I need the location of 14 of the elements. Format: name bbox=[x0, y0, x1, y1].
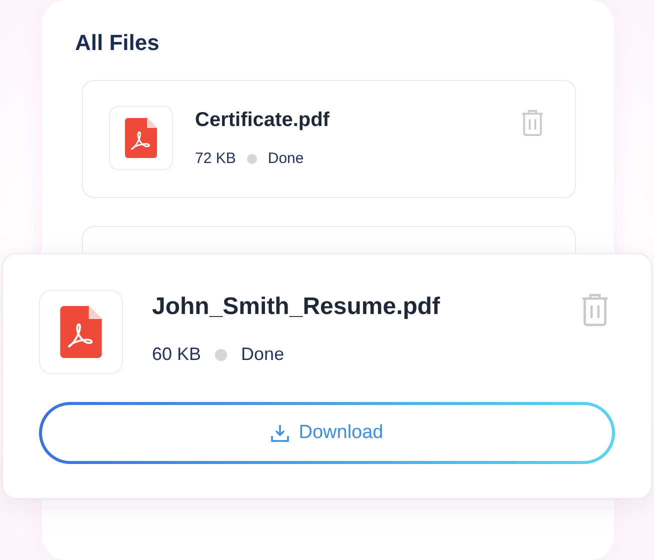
file-status: Done bbox=[241, 344, 284, 365]
trash-icon[interactable] bbox=[521, 110, 544, 136]
trash-icon[interactable] bbox=[581, 294, 609, 326]
pdf-file-icon bbox=[125, 118, 157, 158]
file-name: Certificate.pdf bbox=[195, 109, 330, 132]
file-status: Done bbox=[268, 150, 304, 167]
file-name: John_Smith_Resume.pdf bbox=[152, 293, 442, 321]
status-dot-icon bbox=[246, 154, 257, 164]
status-dot-icon bbox=[215, 348, 228, 360]
pdf-file-icon bbox=[60, 306, 102, 358]
file-size: 60 KB bbox=[152, 344, 202, 365]
panel-title: All Files bbox=[75, 30, 160, 56]
download-icon bbox=[270, 424, 289, 442]
file-size: 72 KB bbox=[195, 150, 236, 167]
